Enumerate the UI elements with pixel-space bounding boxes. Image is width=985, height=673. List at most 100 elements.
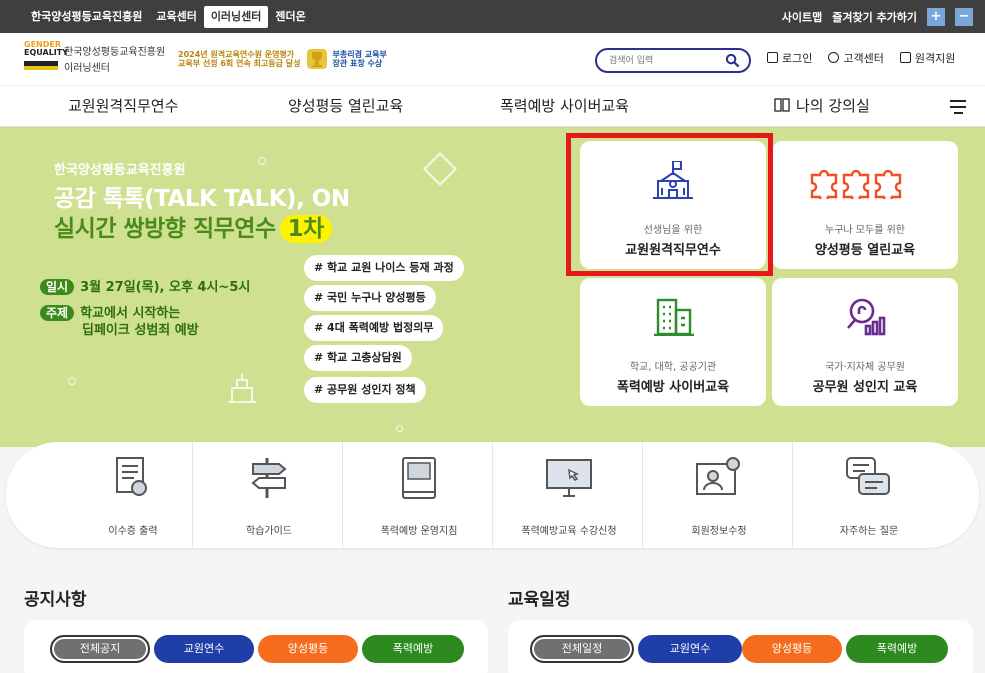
- card-title: 공무원 성인지 교육: [812, 380, 918, 395]
- header: GENDER EQUALITY 한국양성평등교육진흥원 이러닝센터 2024년 …: [0, 33, 985, 85]
- card-sub: 누구나 모두를 위한: [825, 225, 905, 236]
- site-logo[interactable]: GENDER EQUALITY 한국양성평등교육진흥원 이러닝센터: [24, 41, 184, 75]
- hero-tag: # 국민 누구나 양성평등: [304, 285, 436, 311]
- hero-org: 한국양성평등교육진흥원: [54, 163, 186, 178]
- quick-faq[interactable]: 자주하는 질문: [794, 442, 944, 548]
- schedule-title: 교육일정: [508, 590, 571, 610]
- card-civil-servant[interactable]: 국가·지자체 공무원 공무원 성인지 교육: [772, 278, 958, 406]
- certificate-icon: [116, 457, 147, 496]
- signpost-icon: [251, 458, 287, 498]
- customer-center-link[interactable]: 고객센터: [828, 50, 884, 66]
- logo-center-name: 이러닝센터: [64, 63, 110, 74]
- schedule-tab-gender[interactable]: 양성평등: [742, 635, 842, 663]
- topic-label: 주제: [40, 305, 75, 321]
- speech-bubbles-icon: [846, 457, 890, 495]
- hero-headline-1: 공감 톡톡(TALK TALK), ON: [54, 186, 350, 212]
- card-title: 양성평등 열린교육: [814, 243, 916, 258]
- main-navigation: 교원원격직무연수 양성평등 열린교육 폭력예방 사이버교육 나의 강의실: [0, 85, 985, 127]
- hero-topic: 주제 학교에서 시작하는: [40, 305, 180, 322]
- zoom-out-button[interactable]: −: [955, 7, 973, 26]
- bookmark-link[interactable]: 즐겨찾기 추가하기: [832, 9, 917, 25]
- hero-tag: # 공무원 성인지 정책: [304, 377, 426, 403]
- divider: [342, 442, 343, 548]
- quick-certificate[interactable]: 이수증 출력: [58, 442, 208, 548]
- building-icon: [654, 298, 694, 336]
- card-title: 폭력예방 사이버교육: [616, 380, 730, 395]
- site-links: 한국양성평등교육진흥원 교육센터 이러닝센터 젠더온: [24, 0, 313, 33]
- monitor-icon: [899, 52, 911, 63]
- hero-topic-line2: 딥페이크 성범죄 예방: [82, 323, 199, 338]
- hero-tag: # 학교 교원 나이스 등재 과정: [304, 255, 464, 281]
- date-label: 일시: [40, 279, 75, 295]
- sitemap-link[interactable]: 사이트맵: [782, 9, 822, 25]
- hero-tag: # 학교 고충상담원: [304, 345, 412, 371]
- card-gender-equality[interactable]: 누구나 모두를 위한 양성평등 열린교육: [772, 141, 958, 269]
- award-1-text: 2024년 원격교육연수원 운영평가 교육부 선정 6회 연속 최고등급 달성: [178, 50, 301, 68]
- divider: [192, 442, 193, 548]
- top-utility-bar: 한국양성평등교육진흥원 교육센터 이러닝센터 젠더온 사이트맵 즐겨찾기 추가하…: [0, 0, 985, 33]
- zoom-in-button[interactable]: +: [927, 7, 945, 26]
- deco-circle: [396, 425, 403, 432]
- remote-support-link[interactable]: 원격지원: [899, 50, 955, 66]
- school-icon: [653, 161, 693, 199]
- session-badge: 1차: [279, 215, 332, 243]
- login-icon: [767, 52, 778, 63]
- award-2-text: 부총리겸 교육부 장관 표창 수상: [332, 50, 387, 68]
- logo-bar-yellow: [24, 66, 58, 70]
- book-icon: [402, 457, 436, 499]
- deco-school-icon: [228, 374, 256, 403]
- card-violence-prevention[interactable]: 학교, 대학, 공공기관 폭력예방 사이버교육: [580, 278, 766, 406]
- notice-title: 공지사항: [24, 590, 87, 610]
- trophy-icon: [306, 49, 327, 69]
- nav-teacher-training[interactable]: 교원원격직무연수: [68, 95, 178, 116]
- schedule-tab-teacher[interactable]: 교원연수: [638, 635, 742, 663]
- site-link-genderon[interactable]: 젠더온: [268, 6, 312, 28]
- quick-guidelines[interactable]: 폭력예방 운영지침: [344, 442, 494, 548]
- deco-circle: [68, 377, 76, 385]
- divider: [492, 442, 493, 548]
- quick-menu: 이수증 출력 학습가이드 폭력예방 운영지침 폭력예방교육 수강신청 회원정보수…: [6, 442, 979, 548]
- chat-icon: [828, 52, 840, 63]
- magnifier-chart-icon: [847, 298, 886, 336]
- hero-headline-2: 실시간 쌍방향 직무연수 1차: [54, 215, 332, 243]
- gender-equality-wordmark: GENDER EQUALITY: [24, 40, 69, 57]
- site-link-elearning-center[interactable]: 이러닝센터: [203, 5, 269, 28]
- card-teacher-training[interactable]: 선생님을 위한 교원원격직무연수: [580, 141, 766, 269]
- card-sub: 선생님을 위한: [643, 225, 703, 236]
- nav-my-classroom[interactable]: 나의 강의실: [774, 95, 870, 116]
- hero-date: 일시 3월 27일(목), 오후 4시~5시: [40, 279, 250, 296]
- notice-tab-teacher[interactable]: 교원연수: [154, 635, 254, 663]
- divider: [642, 442, 643, 548]
- site-link-education-center[interactable]: 교육센터: [149, 6, 203, 28]
- utility-links: 사이트맵 즐겨찾기 추가하기 + −: [782, 0, 973, 33]
- login-link[interactable]: 로그인: [767, 50, 812, 66]
- deco-cube-icon: [423, 152, 457, 186]
- quick-guide[interactable]: 학습가이드: [194, 442, 344, 548]
- nav-violence-prevention[interactable]: 폭력예방 사이버교육: [500, 95, 629, 116]
- book-open-icon: [774, 98, 790, 112]
- quick-registration[interactable]: 폭력예방교육 수강신청: [494, 442, 644, 548]
- schedule-tab-violence[interactable]: 폭력예방: [846, 635, 948, 663]
- monitor-click-icon: [546, 459, 592, 497]
- card-sub: 학교, 대학, 공공기관: [629, 362, 717, 373]
- award-banner: 2024년 원격교육연수원 운영평가 교육부 선정 6회 연속 최고등급 달성 …: [178, 44, 398, 74]
- menu-icon[interactable]: [950, 100, 966, 114]
- search-icon[interactable]: [725, 53, 740, 68]
- search-input[interactable]: [609, 54, 719, 68]
- nav-gender-equality[interactable]: 양성평등 열린교육: [288, 95, 403, 116]
- search-box: [595, 48, 751, 73]
- divider: [792, 442, 793, 548]
- schedule-tab-all[interactable]: 전체일정: [530, 635, 634, 663]
- card-title: 교원원격직무연수: [625, 243, 721, 258]
- notice-tab-gender[interactable]: 양성평등: [258, 635, 358, 663]
- hero-tag: # 4대 폭력예방 법정의무: [304, 315, 444, 341]
- user-settings-icon: [696, 457, 740, 495]
- deco-circle: [258, 157, 266, 165]
- header-links: 로그인 고객센터 원격지원: [767, 50, 955, 66]
- site-link-kigepe[interactable]: 한국양성평등교육진흥원: [24, 6, 149, 28]
- puzzle-icon: [810, 169, 902, 199]
- logo-org-name: 한국양성평등교육진흥원: [64, 47, 166, 58]
- notice-tab-violence[interactable]: 폭력예방: [362, 635, 464, 663]
- notice-tab-all[interactable]: 전체공지: [50, 635, 150, 663]
- quick-member-info[interactable]: 회원정보수정: [644, 442, 794, 548]
